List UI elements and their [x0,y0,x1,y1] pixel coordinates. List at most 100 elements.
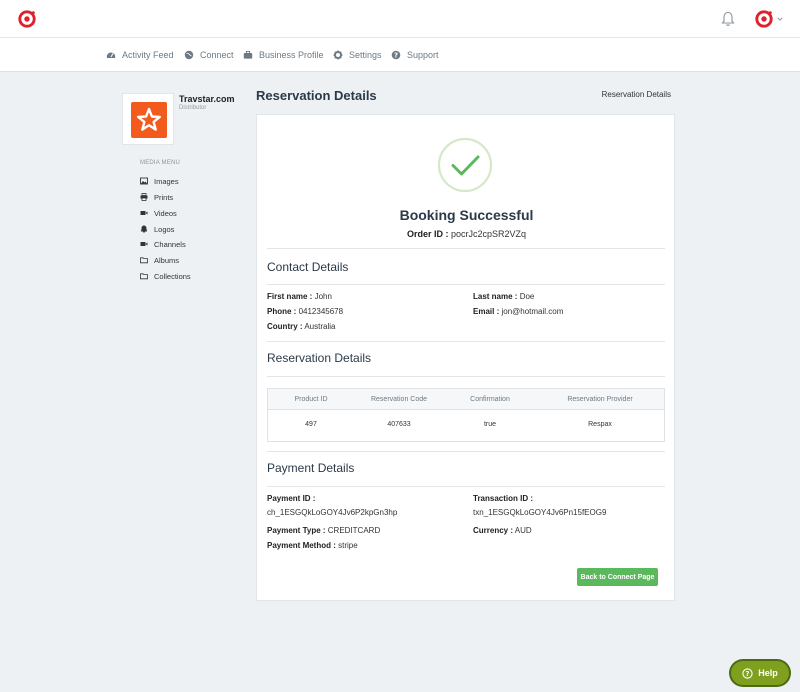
payment-method-label: Payment Method : [267,541,336,550]
divider [267,284,665,285]
order-id-value: pocrJc2cpSR2VZq [450,229,527,239]
image-icon [140,177,148,185]
brand-logo-icon[interactable] [18,10,36,28]
table-header-cell: Reservation Code [370,396,428,403]
transaction-id: Transaction ID : [473,494,533,503]
country: Country : Australia [267,322,335,331]
nav-label: Connect [200,50,234,60]
menu-label: Images [154,176,179,186]
nav-label: Settings [349,50,382,60]
nav-connect[interactable]: Connect [184,49,234,61]
last-name-label: Last name : [473,292,518,301]
logo-icon [140,225,148,233]
question-icon: ? [742,667,753,679]
table-header-cell: Product ID [294,396,328,403]
avatar[interactable] [755,10,773,28]
contact-heading: Contact Details [267,260,349,274]
email-label: Email : [473,307,500,316]
svg-text:?: ? [746,670,750,678]
currency-value: AUD [514,526,532,535]
order-id: Order ID : pocrJc2cpSR2VZq [257,229,676,239]
table-header-cell: Confirmation [470,396,510,403]
menu-label: Prints [154,192,174,202]
currency-label: Currency : [473,526,514,535]
print-icon [140,193,148,201]
profile-name: Travstar.com [179,94,235,104]
help-button[interactable]: ? Help [731,661,789,685]
profile-role: Distributor [179,105,207,111]
gear-icon [333,50,343,60]
media-menu-logos[interactable]: Logos [140,224,174,234]
phone-value: 0412345678 [298,307,344,316]
first-name-value: John [314,292,332,301]
media-menu-videos[interactable]: Videos [140,208,177,218]
divider [267,341,665,342]
email-value: jon@hotmail.com [501,307,564,316]
payment-id-label: Payment ID : [267,494,316,503]
last-name-value: Doe [519,292,535,301]
breadcrumb[interactable]: Reservation Details [602,90,671,99]
nav-settings[interactable]: Settings [333,49,382,61]
divider [267,486,665,487]
country-label: Country : [267,322,303,331]
menu-label: Channels [154,239,186,249]
payment-type-value: CREDITCARD [327,526,381,535]
first-name: First name : John [267,292,332,301]
question-icon: ? [391,50,401,60]
media-menu-images[interactable]: Images [140,176,179,186]
briefcase-icon [243,50,253,59]
video-icon [140,211,148,215]
bell-icon[interactable] [721,11,735,27]
order-id-label: Order ID : [406,229,449,239]
email: Email : jon@hotmail.com [473,307,563,316]
svg-text:?: ? [394,52,398,60]
media-menu-title: MEDIA MENU [140,160,181,166]
payment-method: Payment Method : stripe [267,541,358,550]
reservation-card: Booking Successful Order ID : pocrJc2cpS… [256,114,675,601]
payment-id: Payment ID : [267,494,315,503]
back-to-connect-button[interactable]: Back to Connect Page [577,568,658,586]
payment-id-value: ch_1ESGQkLoGOY4Jv6P2kpGn3hp [267,508,398,517]
globe-icon [184,50,194,60]
nav-support[interactable]: ? Support [391,49,439,61]
menu-label: Albums [154,255,180,265]
first-name-label: First name : [267,292,313,301]
media-menu-prints[interactable]: Prints [140,192,173,202]
profile-logo[interactable] [122,93,174,145]
star-icon [137,107,161,131]
reservation-table: Product ID Reservation Code Confirmation… [267,388,665,442]
media-menu-channels[interactable]: Channels [140,239,186,249]
divider [267,248,665,249]
nav-business-profile[interactable]: Business Profile [243,49,324,61]
top-bar [0,0,800,38]
user-menu[interactable] [755,10,785,28]
reservation-heading: Reservation Details [267,351,372,365]
dashboard-icon [106,52,116,58]
table-header-cell: Reservation Provider [567,396,633,403]
divider [267,376,665,377]
divider [267,451,665,452]
payment-method-value: stripe [338,541,358,550]
table-cell: true [483,421,497,428]
menu-label: Collections [154,271,191,281]
phone-label: Phone : [267,307,297,316]
nav-activity-feed[interactable]: Activity Feed [106,49,174,61]
nav-label: Activity Feed [122,50,174,60]
media-menu-albums[interactable]: Albums [140,255,179,265]
country-value: Australia [304,322,336,331]
transaction-id-value: txn_1ESGQkLoGOY4Jv6Pn15fEOG9 [473,508,607,517]
table-cell: 497 [305,421,317,428]
last-name: Last name : Doe [473,292,534,301]
media-menu-collections[interactable]: Collections [140,271,191,281]
menu-label: Logos [154,224,175,234]
chevron-down-icon[interactable] [777,16,783,22]
nav-label: Business Profile [259,50,324,60]
channel-icon [140,242,148,246]
payment-type: Payment Type : CREDITCARD [267,526,380,535]
page-title: Reservation Details [256,88,377,103]
payment-type-label: Payment Type : [267,526,326,535]
currency: Currency : AUD [473,526,532,535]
nav-label: Support [407,50,439,60]
table-cell: Respax [588,421,612,428]
help-label: Help [758,668,778,678]
